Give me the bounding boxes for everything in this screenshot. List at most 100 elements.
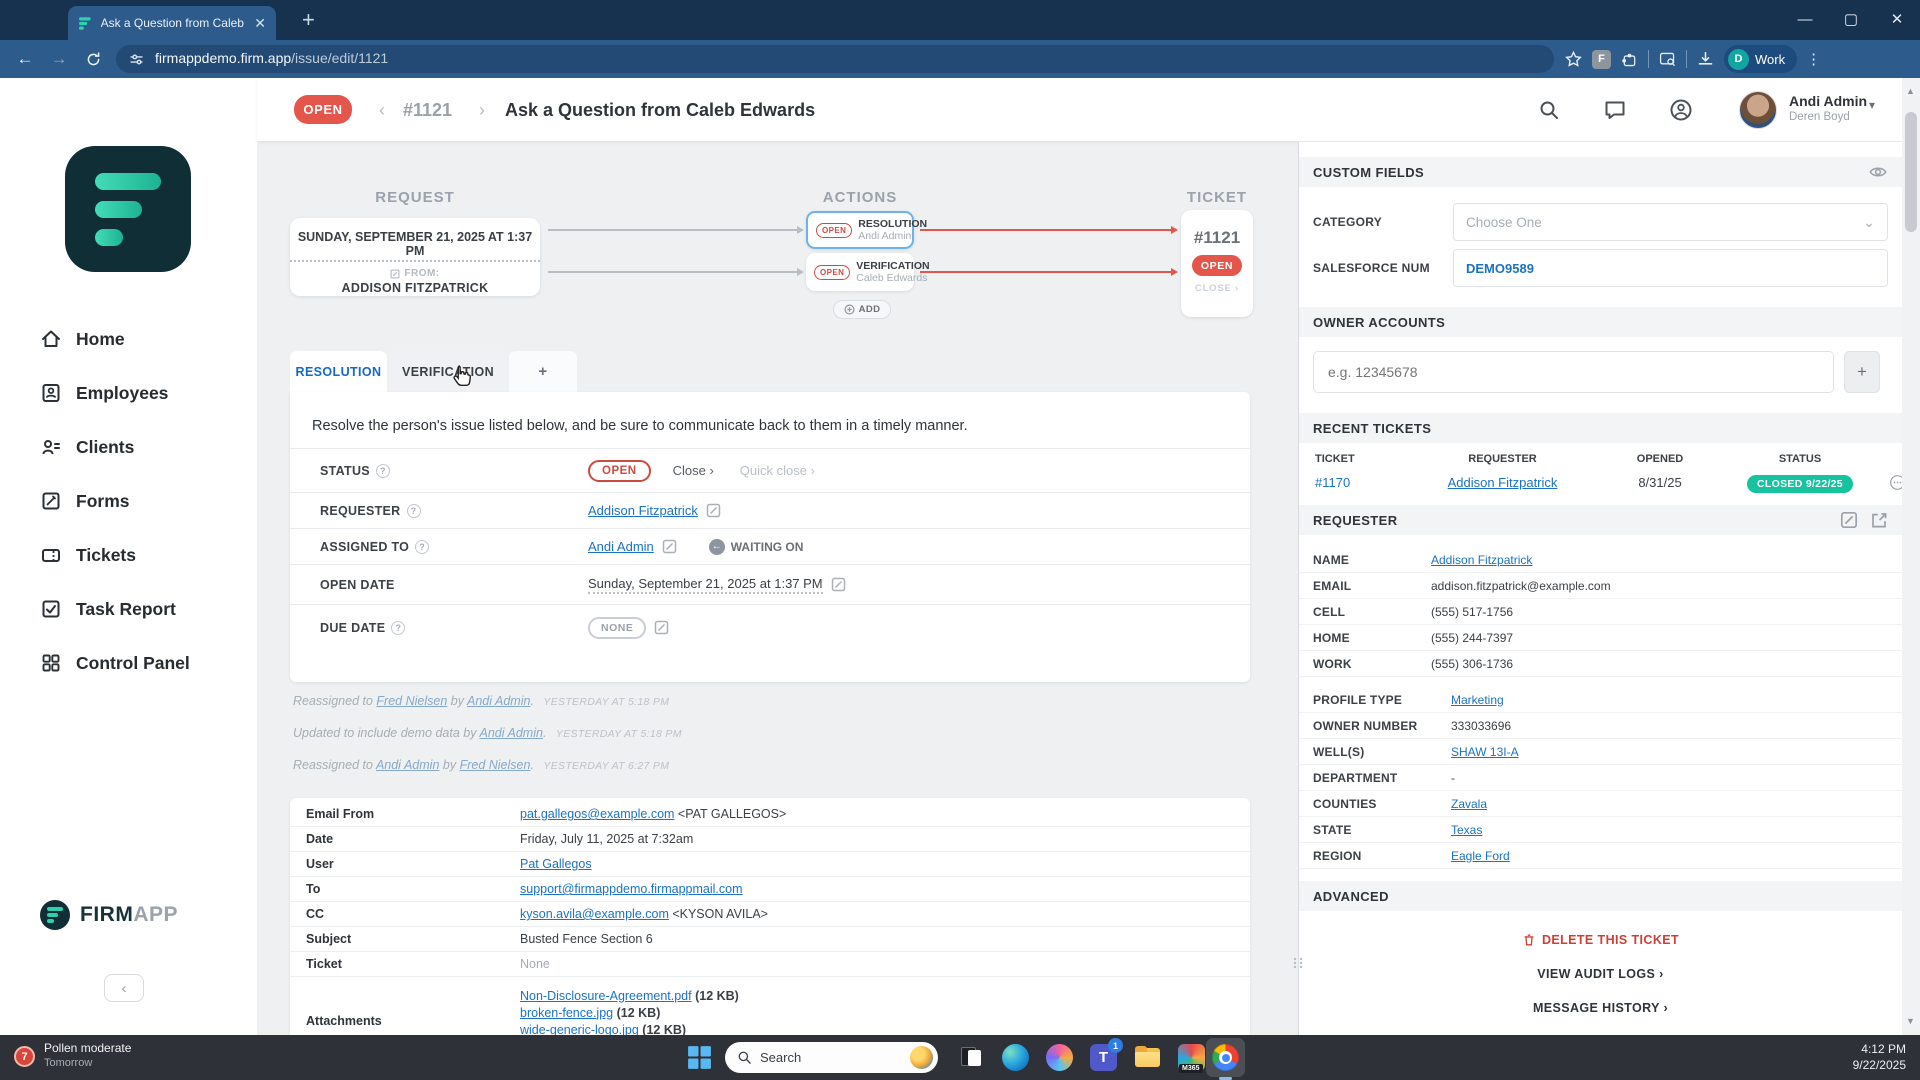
add-action-button[interactable]: ADD — [833, 300, 891, 319]
attachment-link[interactable]: wide-generic-logo.jpg — [520, 1023, 639, 1036]
teams-icon[interactable]: T 1 — [1090, 1038, 1123, 1071]
m365-icon[interactable]: M365 — [1178, 1044, 1205, 1073]
history-link[interactable]: Fred Nielsen — [460, 758, 531, 772]
contacts-icon[interactable] — [1669, 98, 1693, 122]
view-audit-logs-button[interactable]: VIEW AUDIT LOGS › — [1299, 967, 1902, 981]
help-icon[interactable]: ? — [391, 620, 406, 635]
attachment-link[interactable]: Non-Disclosure-Agreement.pdf — [520, 989, 692, 1003]
sidebar-item-task-report[interactable]: Task Report — [0, 587, 257, 631]
email-cc-link[interactable]: kyson.avila@example.com — [520, 907, 669, 921]
taskbar-search-box[interactable]: Search — [725, 1042, 938, 1073]
close-action-link[interactable]: Close › — [673, 463, 714, 478]
panel-resize-handle[interactable] — [1291, 956, 1305, 970]
recent-ticket-row[interactable]: #1170 Addison Fitzpatrick 8/31/25 CLOSED… — [1299, 465, 1902, 505]
reload-button[interactable] — [76, 44, 110, 74]
open-date-value[interactable]: Sunday, September 21, 2025 at 1:37 PM — [588, 576, 823, 594]
email-user-link[interactable]: Pat Gallegos — [520, 857, 592, 871]
task-view-icon[interactable] — [958, 1044, 985, 1071]
help-icon[interactable]: ? — [415, 539, 430, 554]
chat-icon[interactable] — [1603, 98, 1627, 122]
browser-profile-chip[interactable]: D Work — [1724, 45, 1798, 73]
state-link[interactable]: Texas — [1451, 823, 1482, 837]
browser-menu-icon[interactable]: ⋮ — [1806, 50, 1822, 68]
bookmark-star-icon[interactable] — [1564, 50, 1583, 69]
edge-icon[interactable] — [1002, 1044, 1029, 1071]
history-link[interactable]: Andi Admin — [479, 726, 542, 740]
prev-ticket-button[interactable]: ‹ — [379, 100, 385, 121]
sidebar-collapse-button[interactable]: ‹ — [104, 974, 144, 1002]
file-explorer-icon[interactable] — [1134, 1044, 1161, 1071]
user-avatar[interactable] — [1739, 91, 1777, 129]
scrollbar-thumb[interactable] — [1905, 112, 1917, 232]
firmapp-extension-icon[interactable]: F — [1592, 49, 1611, 69]
assigned-link[interactable]: Andi Admin — [588, 539, 654, 554]
history-link[interactable]: Fred Nielsen — [376, 694, 447, 708]
url-bar[interactable]: firmappdemo.firm.app/issue/edit/1121 — [116, 45, 1554, 73]
wells-link[interactable]: SHAW 13I-A — [1451, 745, 1519, 759]
browser-tab[interactable]: Ask a Question from Caleb Edw ✕ — [68, 6, 276, 40]
sidebar-item-tickets[interactable]: Tickets — [0, 533, 257, 577]
quick-close-action-link[interactable]: Quick close › — [740, 463, 815, 478]
forward-button[interactable]: → — [42, 44, 76, 74]
email-to-link[interactable]: support@firmappdemo.firmappmail.com — [520, 882, 743, 896]
owner-account-input[interactable] — [1313, 351, 1834, 393]
requester-link[interactable]: Addison Fitzpatrick — [588, 503, 698, 518]
window-close-button[interactable]: ✕ — [1874, 0, 1920, 38]
page-scrollbar[interactable]: ▲ ▼ — [1902, 78, 1920, 1035]
sidebar-item-home[interactable]: Home — [0, 317, 257, 361]
tab-resolution[interactable]: RESOLUTION — [290, 351, 387, 392]
next-ticket-button[interactable]: › — [479, 100, 485, 121]
tab-add[interactable]: + — [509, 351, 577, 392]
download-icon[interactable] — [1696, 50, 1715, 69]
recent-ticket-requester-link[interactable]: Addison Fitzpatrick — [1448, 475, 1558, 490]
chrome-icon[interactable] — [1212, 1044, 1239, 1071]
scroll-down-icon[interactable]: ▼ — [1906, 1016, 1915, 1026]
edit-requester-icon[interactable] — [1840, 511, 1858, 529]
row-more-icon[interactable] — [1889, 474, 1902, 491]
ticket-close-button[interactable]: CLOSE › — [1181, 283, 1253, 294]
tab-close-icon[interactable]: ✕ — [254, 15, 266, 32]
open-requester-icon[interactable] — [1870, 511, 1888, 529]
taskbar-weather-widget[interactable]: 7 Pollen moderate Tomorrow — [14, 1041, 131, 1069]
eye-icon[interactable] — [1868, 162, 1888, 182]
counties-link[interactable]: Zavala — [1451, 797, 1487, 811]
profile-type-link[interactable]: Marketing — [1451, 693, 1504, 707]
edit-icon[interactable] — [831, 577, 846, 592]
salesforce-input[interactable]: DEMO9589 — [1453, 249, 1888, 287]
history-link[interactable]: Andi Admin — [467, 694, 530, 708]
edit-icon[interactable] — [706, 503, 721, 518]
add-owner-account-button[interactable]: + — [1844, 351, 1880, 393]
sidebar-item-control-panel[interactable]: Control Panel — [0, 641, 257, 685]
category-select[interactable]: Choose One ⌄ — [1453, 203, 1888, 241]
new-tab-button[interactable]: + — [302, 7, 315, 33]
recent-ticket-number-link[interactable]: #1170 — [1315, 475, 1410, 490]
start-button-icon[interactable] — [686, 1044, 713, 1071]
user-menu-chevron-icon[interactable]: ▾ — [1869, 98, 1875, 112]
scroll-up-icon[interactable]: ▲ — [1906, 86, 1915, 96]
taskbar-clock[interactable]: 4:12 PM 9/22/2025 — [1853, 1041, 1906, 1073]
reading-mode-icon[interactable] — [1658, 50, 1677, 69]
message-history-button[interactable]: MESSAGE HISTORY › — [1299, 1001, 1902, 1015]
site-settings-icon[interactable] — [128, 51, 145, 68]
help-icon[interactable]: ? — [406, 503, 421, 518]
verification-action-card[interactable]: OPEN VERIFICATION Caleb Edwards — [806, 253, 930, 291]
window-maximize-button[interactable]: ▢ — [1828, 0, 1874, 38]
waiting-on-toggle[interactable]: ← WAITING ON — [708, 538, 803, 555]
sidebar-item-employees[interactable]: Employees — [0, 371, 257, 415]
sidebar-item-clients[interactable]: Clients — [0, 425, 257, 469]
attachment-link[interactable]: broken-fence.jpg — [520, 1006, 613, 1020]
back-button[interactable]: ← — [8, 44, 42, 74]
region-link[interactable]: Eagle Ford — [1451, 849, 1510, 863]
requester-name-link[interactable]: Addison Fitzpatrick — [1431, 553, 1532, 567]
delete-ticket-button[interactable]: DELETE THIS TICKET — [1299, 933, 1902, 947]
resolution-action-card[interactable]: OPEN RESOLUTION Andi Admin — [806, 211, 927, 249]
request-card[interactable]: SUNDAY, SEPTEMBER 21, 2025 AT 1:37 PM FR… — [290, 218, 540, 296]
search-icon[interactable] — [1537, 98, 1561, 122]
edit-icon[interactable] — [662, 539, 677, 554]
sidebar-item-forms[interactable]: Forms — [0, 479, 257, 523]
copilot-icon[interactable] — [1046, 1044, 1073, 1071]
window-minimize-button[interactable]: — — [1782, 0, 1828, 38]
history-link[interactable]: Andi Admin — [376, 758, 439, 772]
email-from-link[interactable]: pat.gallegos@example.com — [520, 807, 674, 821]
edit-icon[interactable] — [654, 620, 669, 635]
